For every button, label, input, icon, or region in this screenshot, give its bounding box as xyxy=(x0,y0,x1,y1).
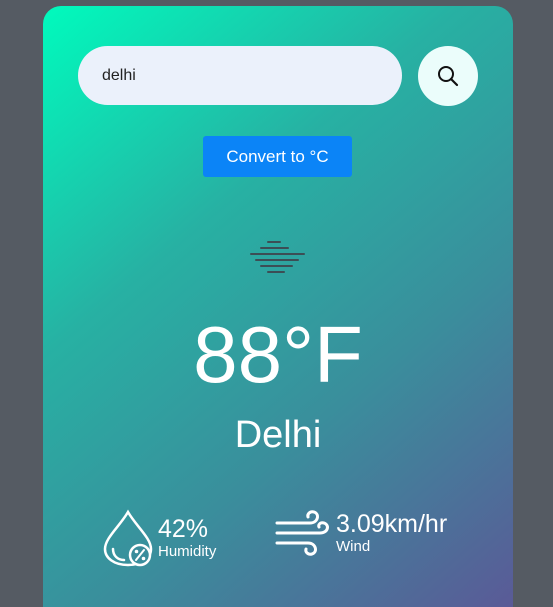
search-input[interactable] xyxy=(78,46,402,105)
humidity-icon xyxy=(102,509,154,567)
temperature: 88°F xyxy=(193,310,363,399)
wind-label: Wind xyxy=(336,538,371,555)
wind-value: 3.09km/hr xyxy=(336,510,448,538)
convert-unit-button[interactable]: Convert to °C xyxy=(203,136,352,177)
weather-card: Convert to °C 88°F Delhi xyxy=(43,6,513,607)
humidity-label: Humidity xyxy=(158,543,217,560)
search-button[interactable] xyxy=(418,46,478,106)
city-name: Delhi xyxy=(234,414,322,456)
humidity-value: 42% xyxy=(158,515,209,543)
search-icon xyxy=(437,65,459,87)
mist-icon xyxy=(248,239,308,277)
wind-icon xyxy=(274,509,332,557)
humidity-detail: 42% Humidity xyxy=(102,509,216,567)
wind-detail: 3.09km/hr Wind xyxy=(274,509,447,557)
